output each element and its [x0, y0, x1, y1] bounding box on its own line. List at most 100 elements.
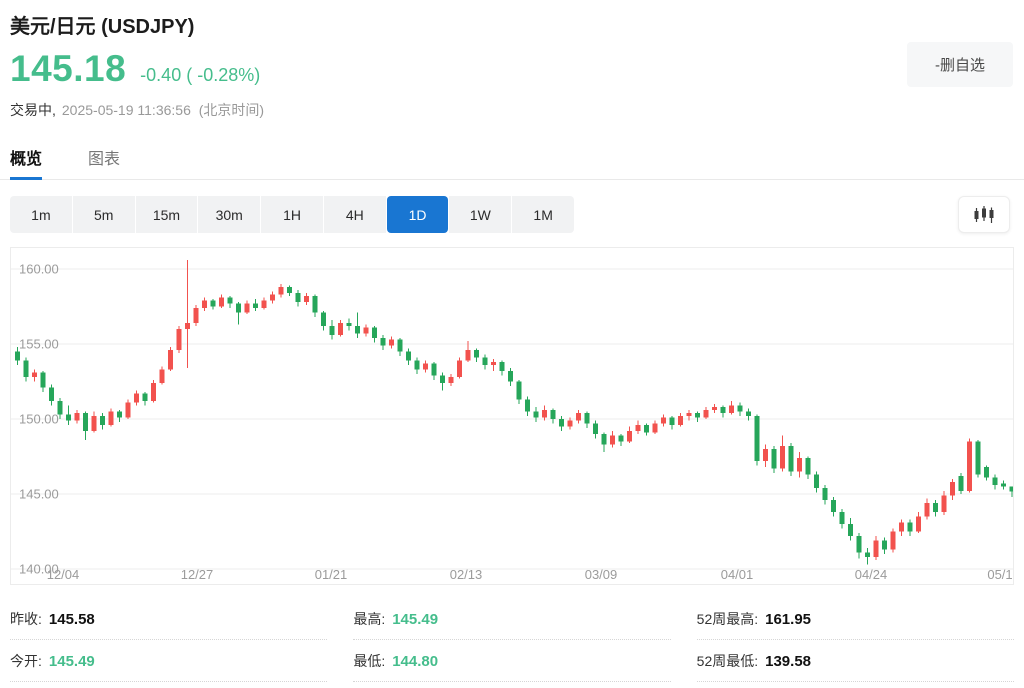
candle [695, 412, 700, 423]
candle [100, 413, 105, 430]
candle [126, 400, 131, 420]
x-axis-label: 12/04 [47, 567, 80, 582]
candle [1010, 487, 1014, 497]
current-price: 145.18 [10, 48, 126, 90]
candle [75, 410, 80, 424]
candle [967, 439, 972, 493]
candle [219, 295, 224, 309]
candle [712, 404, 717, 413]
usdjpy-quote-page: 美元/日元 (USDJPY) -删自选 145.18 -0.40 ( -0.28… [0, 0, 1024, 688]
candle [287, 286, 292, 297]
candle [304, 293, 309, 305]
stats-grid: 昨收:145.58最高:145.4952周最高:161.95今开:145.49最… [10, 598, 1014, 682]
range-4h[interactable]: 4H [324, 196, 386, 233]
candle [432, 362, 437, 380]
candle [950, 479, 955, 500]
candle [755, 415, 760, 466]
candle [423, 361, 428, 373]
candle [551, 409, 556, 424]
stat-52wk-low: 52周最低:139.58 [697, 640, 1014, 682]
candle [933, 500, 938, 517]
range-1h[interactable]: 1H [261, 196, 323, 233]
candle [661, 415, 666, 427]
candle [916, 512, 921, 533]
candle [984, 466, 989, 481]
candle [41, 371, 46, 392]
candle [840, 509, 845, 529]
candle [449, 374, 454, 386]
candle [457, 358, 462, 379]
candle [857, 533, 862, 559]
candle [959, 473, 964, 494]
candle [882, 538, 887, 555]
candle [245, 301, 250, 315]
stat-open: 今开:145.49 [10, 640, 327, 682]
stat-value: 161.95 [765, 611, 811, 628]
candle [942, 491, 947, 515]
x-axis-label: 12/27 [181, 567, 214, 582]
candle [228, 296, 233, 308]
range-30m[interactable]: 30m [198, 196, 260, 233]
range-1w[interactable]: 1W [449, 196, 511, 233]
candle [211, 299, 216, 310]
candle [780, 436, 785, 472]
candlestick-chart[interactable]: 160.00155.00150.00145.00140.0012/0412/27… [10, 247, 1014, 585]
candle [24, 358, 29, 382]
candle [585, 412, 590, 429]
range-1m[interactable]: 1M [512, 196, 574, 233]
candle [525, 397, 530, 417]
tab-overview[interactable]: 概览 [10, 143, 42, 180]
candle [330, 320, 335, 340]
candle [1001, 481, 1006, 490]
candle [92, 412, 97, 433]
candle [279, 284, 284, 298]
candle [66, 406, 71, 426]
remove-watchlist-button[interactable]: -删自选 [907, 42, 1013, 87]
candle [415, 358, 420, 375]
x-axis-label: 03/09 [585, 567, 618, 582]
stat-day-high: 最高:145.49 [353, 598, 670, 640]
candle [151, 380, 156, 403]
candle [474, 349, 479, 363]
candle [296, 290, 301, 307]
candle [347, 319, 352, 331]
range-1m[interactable]: 1m [10, 196, 72, 233]
stat-52wk-high: 52周最高: 161.95 [697, 598, 1014, 640]
candle [270, 292, 275, 304]
status-timestamp: 2025-05-19 11:36:56 [62, 102, 191, 118]
candle [976, 440, 981, 478]
x-axis-label: 01/21 [315, 567, 348, 582]
candle [797, 452, 802, 478]
candle [398, 338, 403, 356]
candle [49, 385, 54, 406]
stat-label: 52周最高: [697, 611, 758, 627]
tab-chart[interactable]: 图表 [88, 143, 120, 180]
candle [160, 367, 165, 385]
candle [500, 361, 505, 376]
x-axis-label: 05/1 [987, 567, 1012, 582]
candle [542, 406, 547, 421]
candle [534, 407, 539, 422]
candle [406, 349, 411, 366]
candle [831, 497, 836, 517]
candle [83, 412, 88, 441]
candle [109, 409, 114, 427]
candle [627, 427, 632, 444]
chart-type-button[interactable] [958, 196, 1010, 233]
range-15m[interactable]: 15m [136, 196, 198, 233]
candle [814, 472, 819, 493]
candle [908, 520, 913, 537]
range-1d[interactable]: 1D [387, 196, 449, 233]
candle [925, 499, 930, 520]
candle [899, 520, 904, 537]
stat-value: 144.80 [392, 653, 438, 670]
candle [364, 325, 369, 337]
stat-value: 145.49 [49, 653, 95, 670]
candle [321, 311, 326, 331]
range-5m[interactable]: 5m [73, 196, 135, 233]
y-axis-label: 160.00 [19, 262, 59, 277]
candle [355, 313, 360, 339]
page-title: 美元/日元 (USDJPY) [10, 10, 194, 39]
candle [619, 434, 624, 446]
candle [891, 529, 896, 553]
